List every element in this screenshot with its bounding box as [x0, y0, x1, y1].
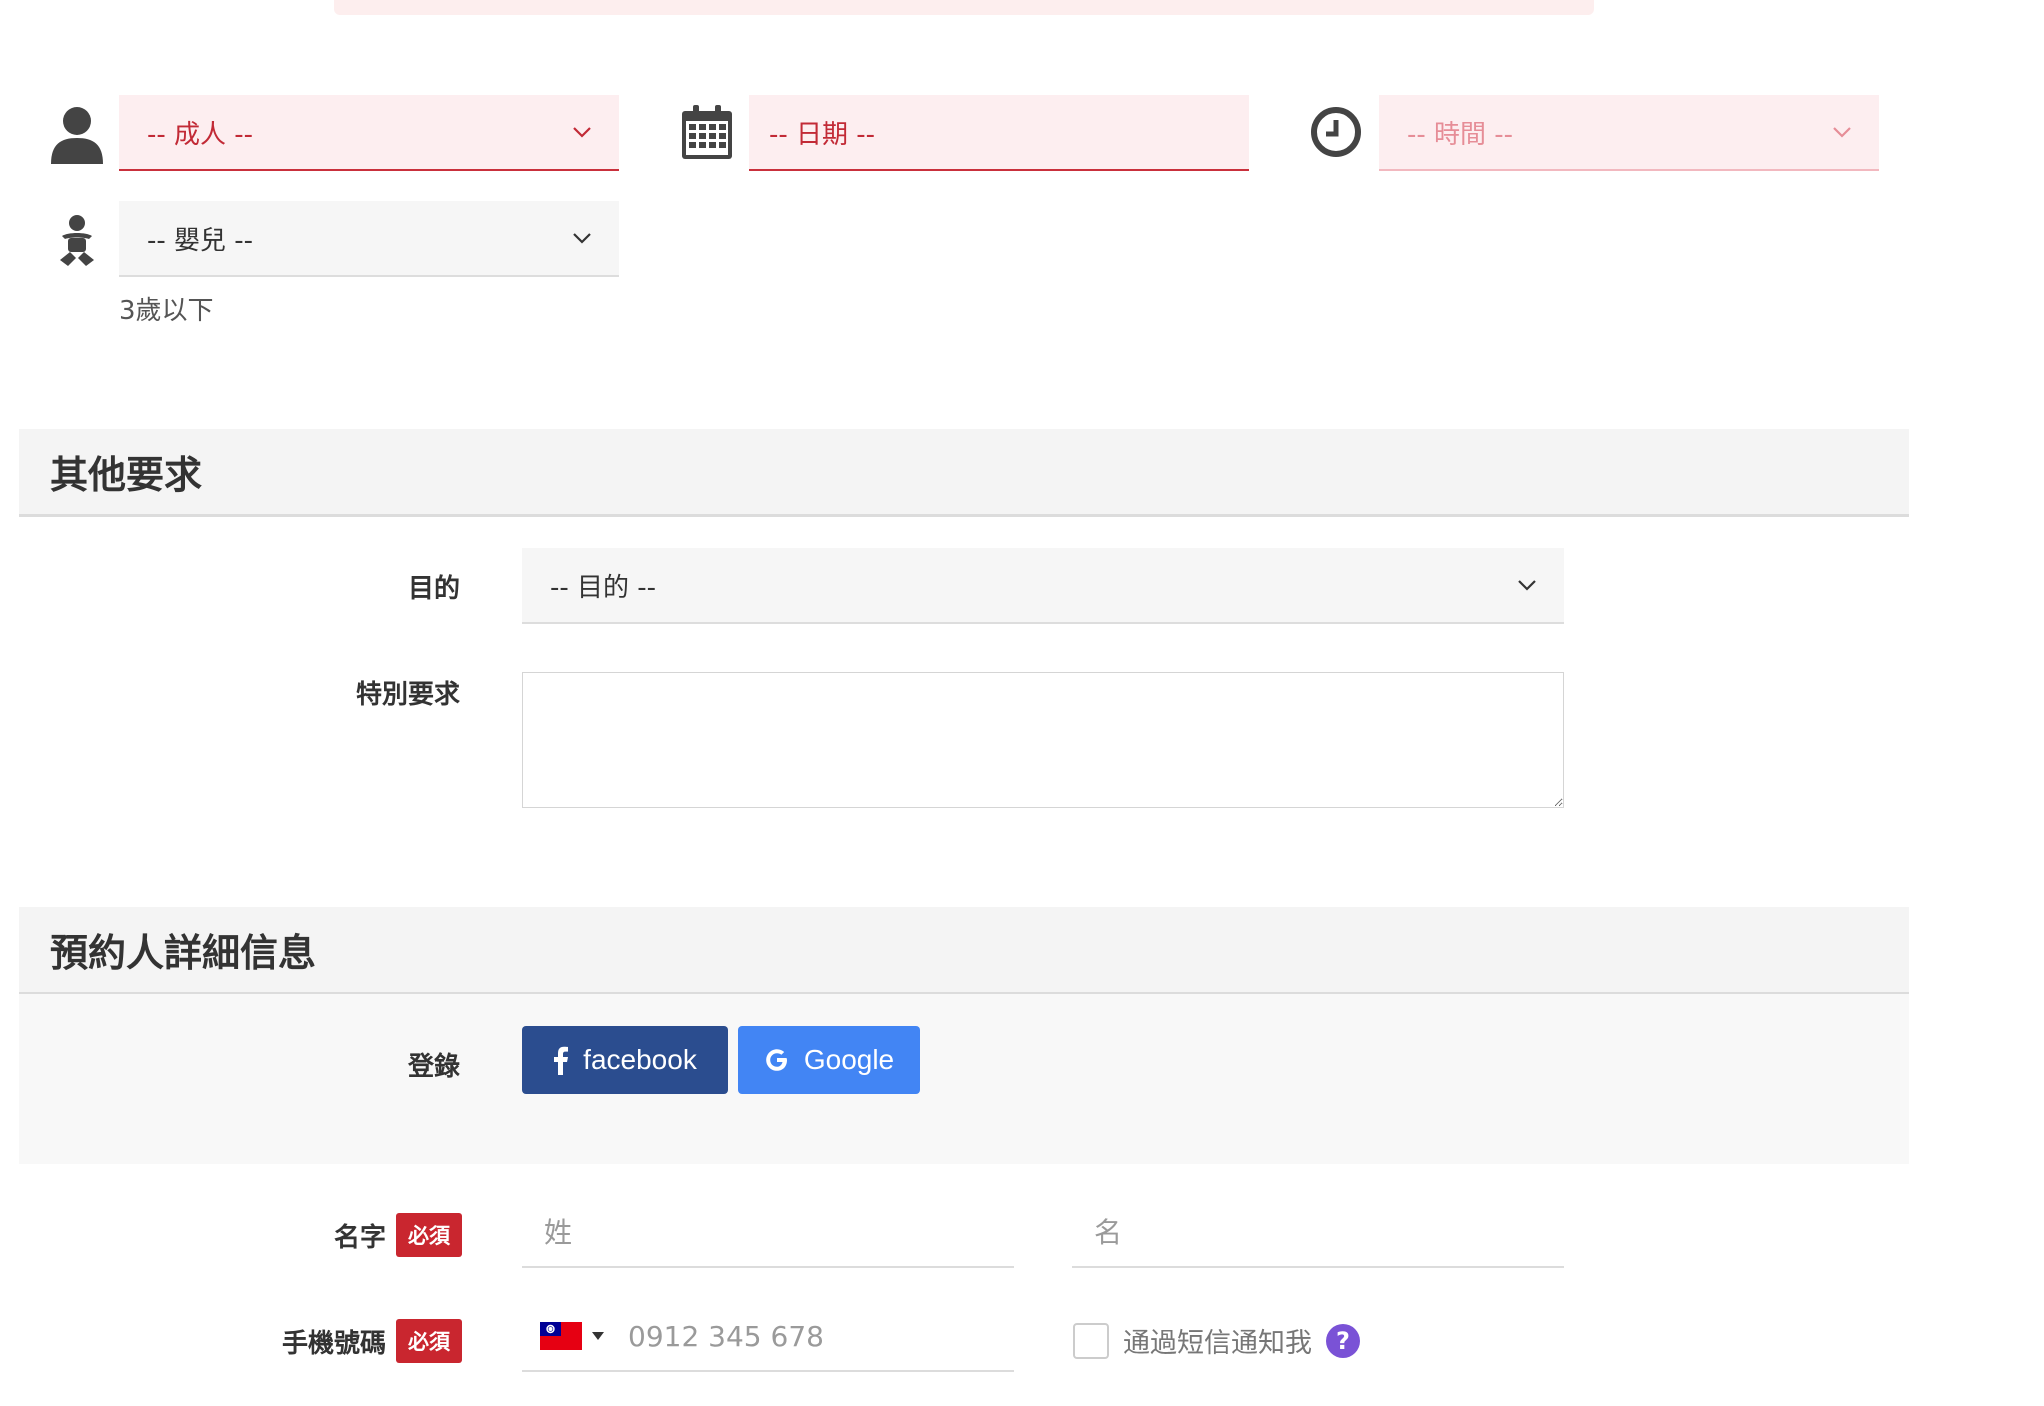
adults-select[interactable]: -- 成人 --: [119, 95, 619, 171]
time-select-value: -- 時間 --: [1407, 119, 1514, 150]
section-title-other-requests: 其他要求: [19, 429, 1909, 517]
clock-icon: [1310, 106, 1362, 158]
purpose-select[interactable]: -- 目的 --: [522, 548, 1564, 624]
first-name-field[interactable]: [1072, 1198, 1564, 1268]
name-label: 名字 必須: [12, 1211, 462, 1259]
required-badge: 必須: [396, 1213, 462, 1257]
last-name-field[interactable]: [522, 1198, 1014, 1268]
infants-select[interactable]: -- 嬰兒 --: [119, 201, 619, 277]
chevron-down-icon: [573, 233, 591, 244]
adults-select-value: -- 成人 --: [147, 119, 254, 150]
date-select-value: -- 日期 --: [769, 119, 876, 150]
chevron-down-icon: [573, 127, 591, 138]
phone-input[interactable]: [626, 1318, 1014, 1354]
sms-notify-option[interactable]: 通過短信通知我 ?: [1073, 1321, 1360, 1360]
phone-label: 手機號碼 必須: [12, 1317, 462, 1365]
facebook-login-label: facebook: [583, 1044, 697, 1075]
person-icon: [48, 106, 106, 164]
chevron-down-icon: [1833, 127, 1851, 138]
required-badge: 必須: [396, 1319, 462, 1363]
login-label-text: 登錄: [407, 1051, 460, 1082]
infants-select-value: -- 嬰兒 --: [147, 225, 254, 256]
first-name-input[interactable]: [1092, 1214, 1564, 1250]
facebook-icon: [554, 1046, 569, 1075]
last-name-input[interactable]: [542, 1214, 1014, 1250]
facebook-login-button[interactable]: facebook: [522, 1026, 728, 1094]
purpose-label: 目的: [10, 566, 460, 606]
top-banner: [334, 0, 1594, 15]
sms-notify-checkbox[interactable]: [1073, 1322, 1109, 1359]
login-label: 登錄: [10, 1044, 460, 1084]
google-icon: [766, 1049, 787, 1071]
special-requests-label: 特別要求: [10, 672, 460, 712]
phone-field[interactable]: [522, 1302, 1014, 1372]
time-select[interactable]: -- 時間 --: [1379, 95, 1879, 171]
special-requests-label-text: 特別要求: [355, 679, 460, 710]
google-login-button[interactable]: Google: [738, 1026, 920, 1094]
special-requests-textarea[interactable]: [522, 672, 1564, 808]
help-icon[interactable]: ?: [1326, 1323, 1360, 1358]
purpose-label-text: 目的: [407, 573, 460, 604]
purpose-select-value: -- 目的 --: [550, 572, 657, 603]
infants-hint: 3歲以下: [119, 296, 214, 326]
section-title-booker-details: 預約人詳細信息: [19, 907, 1909, 995]
taiwan-flag-icon: [540, 1322, 582, 1350]
caret-down-icon: [592, 1332, 604, 1340]
google-login-label: Google: [803, 1044, 895, 1075]
baby-icon: [56, 214, 98, 270]
country-code-selector[interactable]: [540, 1322, 604, 1350]
sms-notify-label: 通過短信通知我: [1123, 1328, 1312, 1359]
date-select[interactable]: -- 日期 --: [749, 95, 1249, 171]
phone-label-text: 手機號碼: [281, 1328, 386, 1359]
calendar-icon: [680, 103, 734, 161]
name-label-text: 名字: [333, 1222, 386, 1253]
chevron-down-icon: [1518, 580, 1536, 591]
